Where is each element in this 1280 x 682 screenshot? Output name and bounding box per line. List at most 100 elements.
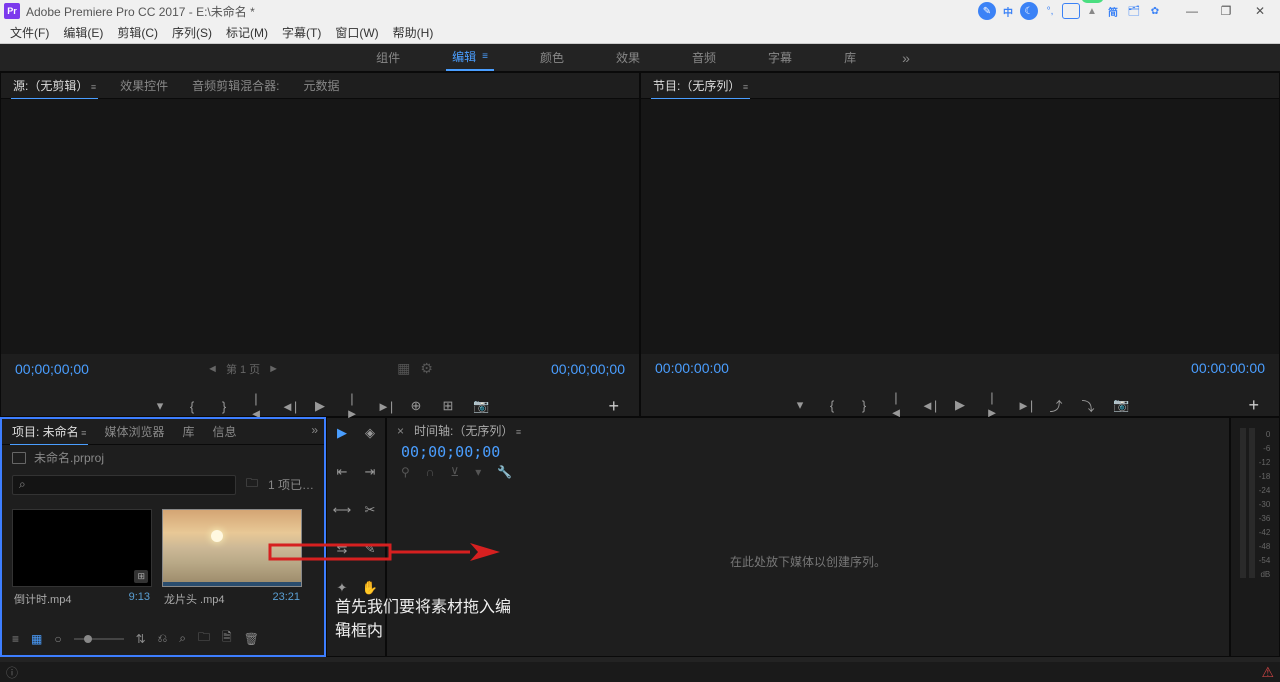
ime-keyboard-icon[interactable] — [1062, 3, 1080, 19]
p-extract-icon[interactable]: ⤵ — [1081, 396, 1095, 415]
ime-mic-icon[interactable]: ▲ — [1083, 2, 1101, 20]
p-marker-icon[interactable]: ▾ — [793, 397, 807, 413]
ime-toolbox-icon[interactable]: 🗂 — [1125, 2, 1143, 20]
timeline-drop-hint[interactable]: 在此处放下媒体以创建序列。 — [387, 553, 1229, 570]
snap-icon[interactable]: ⚲ — [401, 465, 410, 479]
find-icon[interactable]: ⌕ — [179, 631, 186, 646]
workspace-captions[interactable]: 字幕 — [762, 45, 798, 70]
workspace-libraries[interactable]: 库 — [838, 45, 862, 70]
tab-metadata[interactable]: 元数据 — [301, 73, 341, 98]
settings-icon[interactable]: ⚙ — [420, 360, 433, 377]
p-mark-in-icon[interactable]: { — [825, 398, 839, 413]
project-overflow[interactable]: » — [311, 423, 318, 437]
tab-audio-mixer[interactable]: 音频剪辑混合器: — [190, 73, 281, 98]
new-item-icon[interactable]: 🗎 — [222, 628, 232, 649]
zoom-slider[interactable] — [74, 638, 124, 640]
program-tc-in[interactable]: 00:00:00:00 — [655, 360, 729, 376]
ime-cn-icon[interactable]: 中 — [999, 2, 1017, 20]
tab-media-browser[interactable]: 媒体浏览器 — [102, 419, 166, 444]
source-tc-out[interactable]: 00;00;00;00 — [551, 361, 625, 377]
menu-clip[interactable]: 剪辑(C) — [111, 22, 164, 43]
slip-tool-icon[interactable]: ⇆ — [331, 540, 353, 558]
close-button[interactable]: ✕ — [1252, 3, 1268, 19]
hand-tool-icon[interactable]: ✋ — [359, 579, 381, 597]
minimize-button[interactable]: — — [1184, 3, 1200, 19]
p-step-back-icon[interactable]: ◄| — [921, 398, 935, 413]
clip-item[interactable]: 龙片头 .mp423:21 — [162, 509, 302, 611]
marker-icon[interactable]: ▾ — [153, 398, 167, 414]
ripple-edit-tool-icon[interactable]: ⇤ — [331, 463, 353, 481]
menu-title[interactable]: 字幕(T) — [276, 22, 327, 43]
list-view-icon[interactable]: ≡ — [12, 632, 19, 646]
menu-help[interactable]: 帮助(H) — [387, 22, 440, 43]
program-monitor[interactable] — [641, 99, 1279, 354]
delete-icon[interactable]: 🗑 — [244, 632, 259, 646]
p-button-editor-icon[interactable]: + — [1248, 395, 1259, 416]
tab-libraries[interactable]: 库 — [180, 419, 196, 444]
program-tc-out[interactable]: 00:00:00:00 — [1191, 360, 1265, 376]
export-frame-icon[interactable]: 📷 — [473, 398, 487, 414]
maximize-button[interactable]: ❐ — [1218, 3, 1234, 19]
new-bin-icon[interactable]: 🗀 — [198, 628, 210, 649]
ime-gear-icon[interactable]: ✿ — [1146, 2, 1164, 20]
status-info-icon[interactable]: ⓘ — [6, 664, 18, 681]
menu-sequence[interactable]: 序列(S) — [166, 22, 218, 43]
slide-tool-icon[interactable]: ✎ — [359, 540, 381, 558]
workspace-assembly[interactable]: 组件 — [370, 45, 406, 70]
button-editor-icon[interactable]: + — [608, 396, 619, 417]
source-monitor[interactable] — [1, 99, 639, 354]
search-input[interactable] — [12, 475, 236, 495]
linked-selection-icon[interactable]: ∩ — [426, 465, 435, 479]
workspace-overflow[interactable]: » — [902, 50, 910, 66]
workspace-color[interactable]: 颜色 — [534, 45, 570, 70]
sort-icon[interactable]: ⇅ — [136, 632, 146, 646]
ime-simple-icon[interactable]: 简 — [1104, 2, 1122, 20]
p-step-fwd-icon[interactable]: |► — [985, 390, 999, 420]
icon-view-icon[interactable]: ▦ — [31, 632, 42, 646]
tab-source[interactable]: 源:（无剪辑） — [11, 73, 98, 99]
play-icon[interactable]: ▶ — [313, 398, 327, 414]
p-mark-out-icon[interactable]: } — [857, 398, 871, 413]
rate-stretch-tool-icon[interactable]: ⟷ — [331, 501, 353, 519]
menu-window[interactable]: 窗口(W) — [329, 22, 384, 43]
filter-bin-icon[interactable]: 🗀 — [246, 474, 258, 495]
close-timeline-icon[interactable]: × — [397, 424, 404, 438]
pager-next[interactable]: ► — [268, 363, 279, 375]
add-marker-icon[interactable]: ⊻ — [450, 465, 459, 479]
freeform-view-icon[interactable]: ○ — [54, 632, 61, 646]
automate-icon[interactable]: ⎌ — [158, 631, 168, 646]
step-fwd-icon[interactable]: |► — [345, 391, 359, 421]
p-export-frame-icon[interactable]: 📷 — [1113, 397, 1127, 413]
p-lift-icon[interactable]: ⤴ — [1049, 396, 1063, 415]
status-warn-icon[interactable]: ⚠ — [1261, 664, 1274, 681]
mark-out-icon[interactable]: } — [217, 399, 231, 414]
menu-marker[interactable]: 标记(M) — [220, 22, 274, 43]
insert-icon[interactable]: ⊕ — [409, 398, 423, 414]
tab-effect-controls[interactable]: 效果控件 — [118, 73, 170, 98]
p-go-out-icon[interactable]: ►| — [1017, 398, 1031, 413]
tab-info[interactable]: 信息 — [210, 419, 238, 444]
tab-project[interactable]: 项目: 未命名 — [10, 419, 88, 445]
workspace-audio[interactable]: 音频 — [686, 45, 722, 70]
p-play-icon[interactable]: ▶ — [953, 397, 967, 413]
menu-file[interactable]: 文件(F) — [4, 22, 55, 43]
clip-item[interactable]: ⊞ 倒计时.mp49:13 — [12, 509, 152, 611]
source-tc-in[interactable]: 00;00;00;00 — [15, 361, 89, 377]
step-back-icon[interactable]: ◄| — [281, 399, 295, 414]
timeline-timecode[interactable]: 00;00;00;00 — [387, 443, 1229, 461]
ime-globe-icon[interactable]: ✎ — [978, 2, 996, 20]
menu-edit[interactable]: 编辑(E) — [57, 22, 109, 43]
rolling-edit-tool-icon[interactable]: ⇥ — [359, 463, 381, 481]
ime-punct-icon[interactable]: °, — [1041, 2, 1059, 20]
fit-icon[interactable]: ▦ — [397, 360, 410, 377]
tab-program[interactable]: 节目:（无序列） — [651, 73, 750, 99]
go-out-icon[interactable]: ►| — [377, 399, 391, 414]
razor-tool-icon[interactable]: ✂ — [359, 501, 381, 519]
pager-prev[interactable]: ◄ — [207, 363, 218, 375]
workspace-editing[interactable]: 编辑 — [446, 44, 494, 71]
ime-moon-icon[interactable]: ☾ — [1020, 2, 1038, 20]
p-go-in-icon[interactable]: |◄ — [889, 390, 903, 420]
tl-settings-icon[interactable]: 🔧 — [497, 465, 512, 479]
tl-marker-icon[interactable]: ▾ — [475, 465, 481, 479]
workspace-effects[interactable]: 效果 — [610, 45, 646, 70]
